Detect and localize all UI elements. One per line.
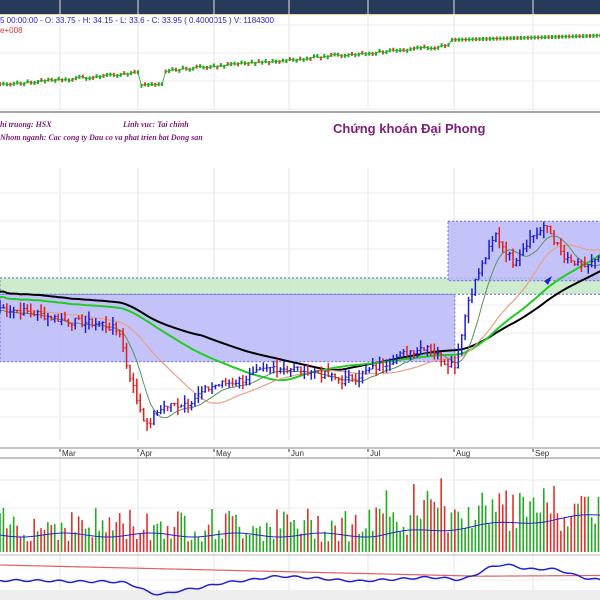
top-panel-line	[0, 35, 600, 87]
macd-signal-line	[0, 564, 600, 577]
market-label: hi truong: HSX	[0, 120, 52, 129]
x-tick-label-apr: Apr	[140, 449, 153, 458]
chart-title: Chứng khoán Đại Phong	[333, 121, 486, 136]
industry-label: Nhom nganh: Cac cong ty Dau co va phat t…	[0, 133, 203, 142]
x-tick-label-jun: Jun	[291, 449, 304, 458]
x-tick-label-aug: Aug	[456, 449, 470, 458]
sector-label: Linh vuc: Tai chinh	[123, 120, 189, 129]
x-tick-label-may: May	[216, 449, 231, 458]
stock-chart[interactable]: Mar Apr May Jun Jul Aug Sep	[0, 0, 600, 600]
x-tick-label-jul: Jul	[370, 449, 380, 458]
indicator-tabs-bar	[0, 590, 600, 600]
x-tick-label-sep: Sep	[535, 449, 550, 458]
x-tick-label-mar: Mar	[62, 449, 76, 458]
